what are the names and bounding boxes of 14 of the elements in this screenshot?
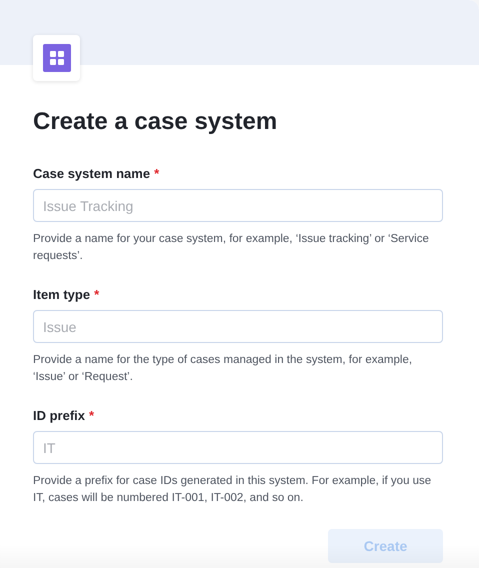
field-label: Item type <box>33 287 90 302</box>
field-label: Case system name <box>33 166 150 181</box>
required-mark: * <box>94 287 100 302</box>
input-field[interactable]: IT <box>33 431 443 464</box>
field-label: ID prefix <box>33 408 86 423</box>
help-text: Provide a name for the type of cases managed in the system, for example, ‘Issue’ or ‘Request’. <box>33 353 414 385</box>
input-field[interactable]: Issue <box>33 310 443 343</box>
required-mark: * <box>154 166 160 181</box>
help-text: Provide a name for your case system, for example, ‘Issue tracking’ or ‘Service requests’. <box>33 232 430 264</box>
input-field[interactable]: Issue Tracking <box>33 189 443 222</box>
help-text: Provide a prefix for case IDs generated in this system. For example, if you use IT, cases will be numbered IT-001, IT-002, and so on. <box>33 474 432 506</box>
required-mark: * <box>89 408 94 423</box>
dialog-title: Create a case system <box>33 108 278 136</box>
grid-icon <box>42 44 70 72</box>
